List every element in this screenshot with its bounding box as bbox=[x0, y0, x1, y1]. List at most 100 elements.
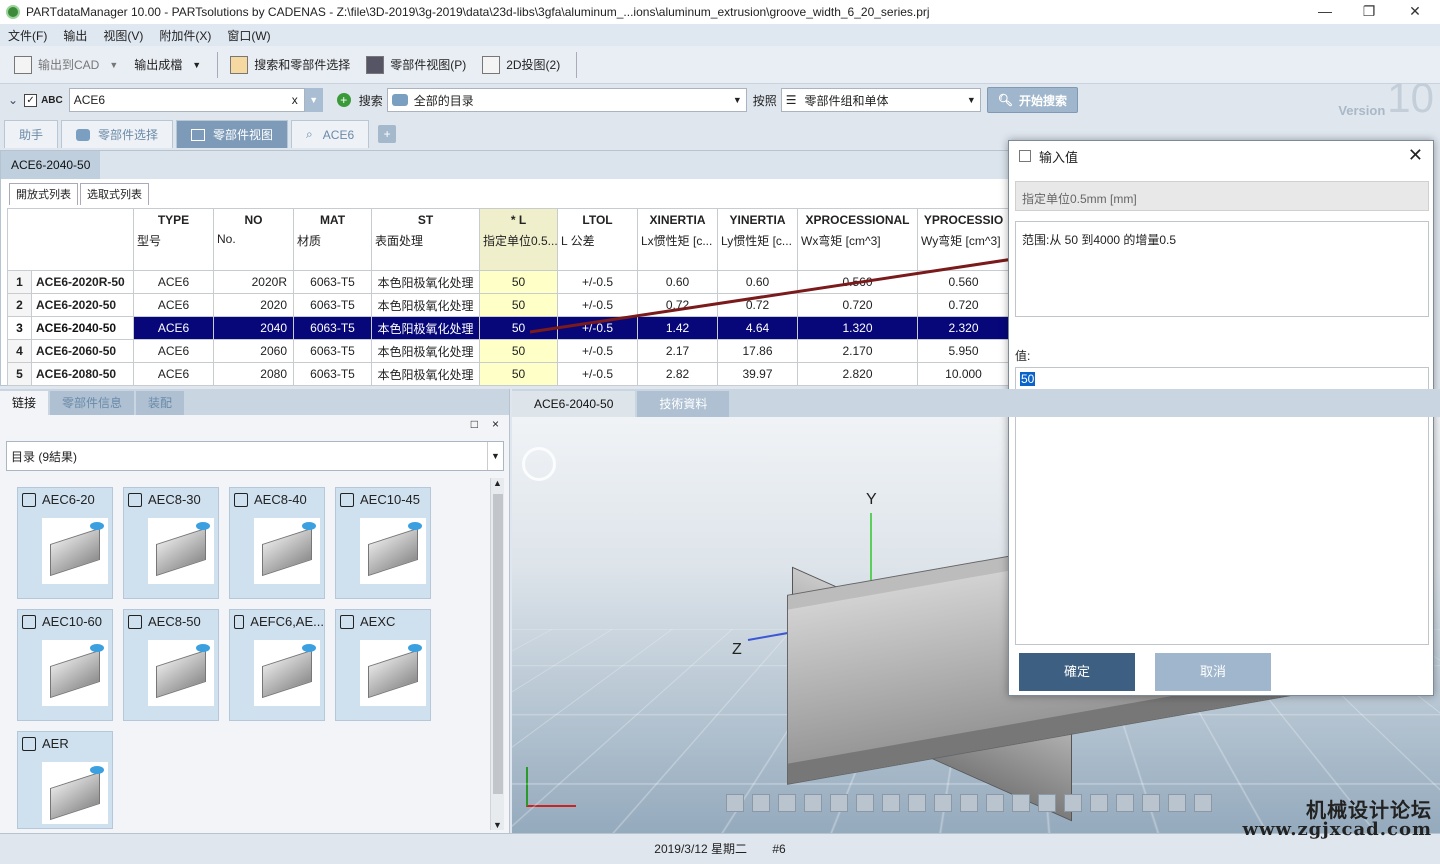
dialog-close-icon[interactable]: ✕ bbox=[1408, 145, 1423, 166]
watermark-line1: 机械设计论坛 bbox=[1306, 798, 1432, 822]
dialog-text-area[interactable] bbox=[1015, 401, 1429, 645]
scrollbar-thumb[interactable] bbox=[493, 494, 503, 794]
view-tool-icon[interactable] bbox=[934, 794, 952, 812]
part-thumbnail[interactable]: AEC8-40 bbox=[229, 487, 325, 599]
expand-icon[interactable]: ⌄ bbox=[8, 93, 18, 107]
column-header-no[interactable]: NO No. bbox=[213, 208, 294, 271]
tab-assembly[interactable]: 装配 bbox=[136, 391, 185, 415]
close-window-button[interactable]: ✕ bbox=[1392, 0, 1438, 24]
status-bar: 2019/3/12 星期二 #6 bbox=[0, 833, 1440, 863]
tab-tech-data[interactable]: 技術資料 bbox=[637, 391, 730, 417]
zoom-icon[interactable] bbox=[804, 794, 822, 812]
tab-part-view[interactable]: 零部件视图 bbox=[176, 120, 289, 148]
chevron-down-icon[interactable]: ▼ bbox=[967, 95, 976, 105]
view-tool-icon[interactable] bbox=[882, 794, 900, 812]
view-tool-icon[interactable] bbox=[830, 794, 848, 812]
view-tool-icon[interactable] bbox=[778, 794, 796, 812]
table-row[interactable]: 5 ACE6-2080-50 ACE6 2080 6063-T5 本色阳极氧化处理 50 +/… bbox=[7, 362, 1010, 386]
part-thumbnail[interactable]: AEC8-50 bbox=[123, 609, 219, 721]
column-header-type[interactable]: TYPE 型号 bbox=[133, 208, 214, 271]
view-tool-icon[interactable] bbox=[1168, 794, 1186, 812]
scroll-down-icon[interactable]: ▼ bbox=[493, 820, 502, 830]
part-thumbnail[interactable]: AEC10-60 bbox=[17, 609, 113, 721]
export-file-button[interactable]: 输出成檔 ▼ bbox=[128, 51, 207, 79]
tab-part-info[interactable]: 零部件信息 bbox=[50, 391, 135, 415]
abc-checkbox[interactable]: ✓ bbox=[24, 93, 38, 107]
table-row[interactable]: 4 ACE6-2060-50 ACE6 2060 6063-T5 本色阳极氧化处理 50 +/… bbox=[7, 339, 1010, 363]
part-thumbnail[interactable]: AEC8-30 bbox=[123, 487, 219, 599]
view-tool-icon[interactable] bbox=[1038, 794, 1056, 812]
search-select-icon bbox=[230, 55, 249, 74]
tab-search-result[interactable]: ⌕ ACE6 bbox=[291, 120, 370, 148]
by-select[interactable]: ☰ 零部件组和单体 ▼ bbox=[780, 88, 981, 112]
toolbar-separator bbox=[217, 51, 219, 78]
search-input[interactable]: ACE6 x bbox=[68, 88, 305, 112]
view-tool-icon[interactable] bbox=[1142, 794, 1160, 812]
view-tool-icon[interactable] bbox=[960, 794, 978, 812]
column-header-mat[interactable]: MAT 材质 bbox=[293, 208, 372, 271]
menu-view[interactable]: 视图(V) bbox=[103, 27, 143, 44]
cube-icon bbox=[340, 614, 354, 629]
view-tool-icon[interactable] bbox=[1064, 794, 1082, 812]
scope-select[interactable]: 全部的目录 ▼ bbox=[386, 88, 747, 112]
part-thumbnail[interactable]: AEC10-45 bbox=[335, 487, 431, 599]
tab-links[interactable]: 链接 bbox=[0, 391, 49, 415]
cancel-button[interactable]: 取消 bbox=[1155, 653, 1271, 691]
maximize-icon[interactable]: □ bbox=[471, 417, 478, 431]
chevron-down-icon[interactable]: ▼ bbox=[487, 442, 503, 470]
cloud-badge-icon bbox=[302, 644, 316, 652]
ok-button[interactable]: 確定 bbox=[1019, 653, 1135, 691]
minimize-button[interactable]: — bbox=[1302, 0, 1348, 24]
part-view-button[interactable]: 零部件视图(P) bbox=[360, 51, 472, 79]
view-tool-icon[interactable] bbox=[1116, 794, 1134, 812]
history-dropdown[interactable]: ▼ bbox=[304, 88, 323, 112]
close-icon[interactable]: × bbox=[492, 417, 499, 431]
chevron-down-icon[interactable]: ▼ bbox=[733, 95, 742, 105]
tab-part-selection[interactable]: 零部件选择 bbox=[61, 120, 174, 148]
tab-model[interactable]: ACE6-2040-50 bbox=[512, 391, 636, 417]
view-tool-icon[interactable] bbox=[1090, 794, 1108, 812]
by-label: 按照 bbox=[752, 93, 777, 108]
table-panel-title[interactable]: ACE6-2040-50 bbox=[1, 151, 101, 179]
part-thumbnail[interactable]: AEXC bbox=[335, 609, 431, 721]
search-label: 搜索 bbox=[358, 93, 383, 108]
view-tool-icon[interactable] bbox=[908, 794, 926, 812]
version-logo: Version 10 bbox=[1338, 74, 1434, 121]
part-thumbnail[interactable]: AEC6-20 bbox=[17, 487, 113, 599]
menu-window[interactable]: 窗口(W) bbox=[227, 27, 270, 44]
column-header[interactable] bbox=[7, 208, 134, 271]
thumbnail-scrollbar[interactable]: ▲ ▼ bbox=[490, 478, 504, 830]
chevron-down-icon[interactable]: ▼ bbox=[192, 60, 201, 70]
rotate-icon[interactable] bbox=[856, 794, 874, 812]
menu-export[interactable]: 输出 bbox=[63, 27, 87, 44]
add-icon[interactable]: + bbox=[336, 93, 351, 107]
tab-select-list[interactable]: 选取式列表 bbox=[80, 183, 149, 205]
catalog-icon bbox=[391, 94, 408, 106]
export-cad-button[interactable]: 输出到CAD ▼ bbox=[8, 51, 124, 79]
view-tool-icon[interactable] bbox=[1194, 794, 1212, 812]
scroll-up-icon[interactable]: ▲ bbox=[493, 478, 502, 488]
cloud-badge-icon bbox=[408, 644, 422, 652]
catalog-select[interactable]: 目录 (9結果) ▼ bbox=[6, 441, 504, 471]
view-tool-icon[interactable] bbox=[1012, 794, 1030, 812]
start-search-button[interactable]: 🔍︎ 开始搜索 bbox=[986, 87, 1079, 113]
cube-icon bbox=[22, 614, 36, 629]
cube-icon bbox=[340, 492, 354, 507]
column-header-st[interactable]: ST 表面处理 bbox=[371, 208, 480, 271]
part-thumbnail[interactable]: AEFC6,AE... bbox=[229, 609, 325, 721]
tab-assistant[interactable]: 助手 bbox=[4, 120, 59, 148]
view-tool-icon[interactable] bbox=[726, 794, 744, 812]
chevron-down-icon[interactable]: ▼ bbox=[109, 60, 118, 70]
menu-file[interactable]: 文件(F) bbox=[8, 27, 47, 44]
toolbar: 输出到CAD ▼ 输出成檔 ▼ 搜索和零部件选择 零部件视图(P) 2D投图(2… bbox=[0, 46, 1440, 84]
tab-open-list[interactable]: 開放式列表 bbox=[9, 183, 78, 205]
add-tab-button[interactable]: + bbox=[378, 125, 397, 143]
restore-button[interactable]: ❐ bbox=[1346, 0, 1392, 24]
projection-2d-button[interactable]: 2D投图(2) bbox=[476, 51, 566, 79]
search-select-button[interactable]: 搜索和零部件选择 bbox=[224, 51, 356, 79]
view-tool-icon[interactable] bbox=[752, 794, 770, 812]
view-tool-icon[interactable] bbox=[986, 794, 1004, 812]
clear-icon[interactable]: x bbox=[292, 93, 298, 107]
part-thumbnail[interactable]: AER bbox=[17, 731, 113, 829]
menu-addons[interactable]: 附加件(X) bbox=[159, 27, 211, 44]
